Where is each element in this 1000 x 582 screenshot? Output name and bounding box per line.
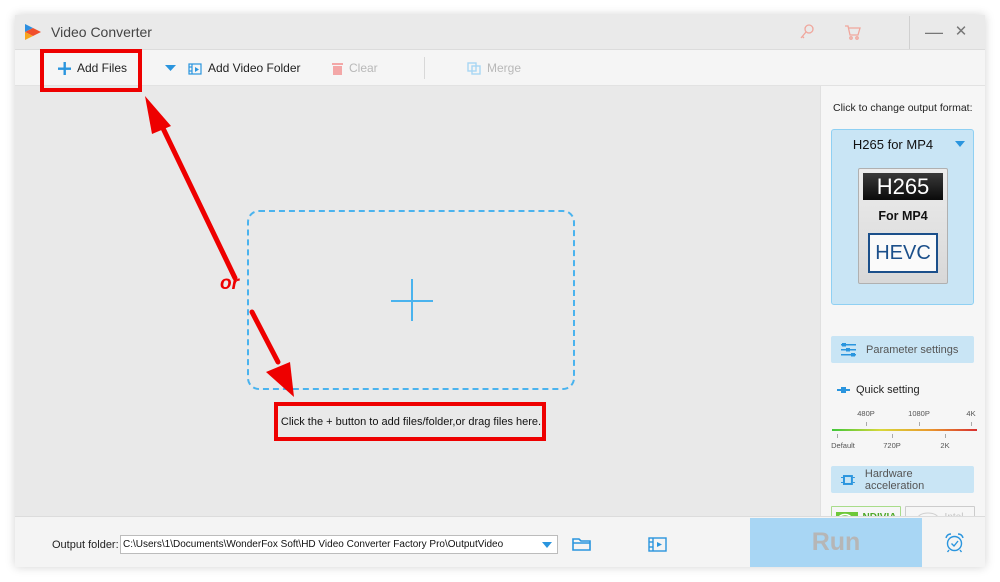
format-thumbnail-codec: H265: [863, 173, 943, 200]
hardware-acceleration-button[interactable]: Hardware acceleration: [831, 466, 974, 493]
format-thumbnail: H265 For MP4 HEVC: [858, 168, 948, 284]
dropzone[interactable]: [247, 210, 575, 390]
format-name: H265 for MP4: [852, 137, 934, 152]
toolbar: Add Files Add Video Folder Clear Merge: [15, 50, 985, 86]
output-folder-dropdown[interactable]: [538, 536, 557, 553]
parameter-settings-button[interactable]: Parameter settings: [831, 336, 974, 363]
add-video-folder-button[interactable]: Add Video Folder: [188, 50, 301, 86]
tick-label-default: Default: [831, 441, 855, 450]
bottom-bar: Output folder: C:\Users\1\Documents\Wond…: [15, 516, 985, 567]
parameter-settings-label: Parameter settings: [866, 343, 959, 356]
quality-slider[interactable]: 480P 1080P 4K Default 720P 2K: [831, 406, 977, 451]
alarm-clock-icon[interactable]: [944, 532, 965, 553]
format-thumbnail-standard: HEVC: [868, 233, 938, 273]
video-folder-icon: [188, 62, 202, 75]
quick-setting-header: Quick setting: [837, 384, 920, 396]
app-logo-icon: [25, 24, 41, 40]
tick-label-480p: 480P: [857, 409, 875, 418]
tick-720p: [892, 434, 893, 438]
trash-icon: [332, 62, 343, 75]
quick-setting-label: Quick setting: [856, 384, 920, 396]
open-folder-icon[interactable]: [572, 537, 592, 552]
run-button[interactable]: Run: [750, 518, 922, 567]
tick-label-4k: 4K: [966, 409, 976, 418]
add-plus-icon-vertical: [411, 279, 413, 321]
tick-1080p: [919, 422, 920, 426]
clear-button[interactable]: Clear: [332, 50, 378, 86]
cart-icon[interactable]: [844, 23, 862, 41]
sliders-icon: [841, 342, 856, 356]
output-folder-label: Output folder:: [52, 539, 119, 551]
title-separator: [909, 16, 910, 49]
add-files-button[interactable]: Add Files: [58, 50, 127, 86]
tick-label-2k: 2K: [940, 441, 950, 450]
minimize-button[interactable]: —: [922, 21, 946, 43]
tick-2k: [945, 434, 946, 438]
add-video-folder-label: Add Video Folder: [208, 61, 301, 75]
slider-track[interactable]: [832, 429, 977, 431]
video-output-icon[interactable]: [648, 536, 667, 552]
quick-setting-icon: [837, 387, 850, 393]
format-thumbnail-container: For MP4: [878, 209, 928, 223]
add-dropdown-button[interactable]: [165, 50, 182, 86]
plus-icon: [58, 61, 71, 75]
tick-label-720p: 720P: [883, 441, 901, 450]
app-window: Video Converter — ✕ Add Files Add Video: [15, 15, 985, 567]
key-icon[interactable]: [798, 23, 816, 41]
tick-label-1080p: 1080P: [908, 409, 930, 418]
chevron-down-icon: [955, 141, 965, 147]
output-format-selector[interactable]: H265 for MP4 H265 For MP4 HEVC: [831, 129, 974, 305]
chip-icon: [841, 474, 855, 485]
change-format-label: Click to change output format:: [833, 102, 973, 114]
annotation-or-label: or: [220, 273, 239, 294]
toolbar-separator: [424, 57, 425, 79]
merge-button[interactable]: Merge: [467, 50, 521, 86]
close-button[interactable]: ✕: [949, 21, 973, 43]
tick-default: [837, 434, 838, 438]
file-drop-area: Click the + button to add files/folder,o…: [15, 86, 817, 516]
output-folder-input[interactable]: C:\Users\1\Documents\WonderFox Soft\HD V…: [120, 535, 558, 554]
chevron-down-icon: [165, 64, 176, 71]
clear-label: Clear: [349, 61, 378, 75]
merge-icon: [467, 61, 481, 75]
app-title: Video Converter: [51, 24, 152, 40]
dropzone-hint: Click the + button to add files/folder,o…: [280, 416, 542, 428]
title-bar: Video Converter — ✕: [15, 15, 985, 50]
tick-480p: [866, 422, 867, 426]
tick-4k: [971, 422, 972, 426]
output-sidebar: Click to change output format: H265 for …: [820, 86, 985, 529]
add-files-label: Add Files: [77, 61, 128, 75]
hardware-acceleration-label: Hardware acceleration: [864, 467, 925, 492]
merge-label: Merge: [487, 61, 522, 75]
